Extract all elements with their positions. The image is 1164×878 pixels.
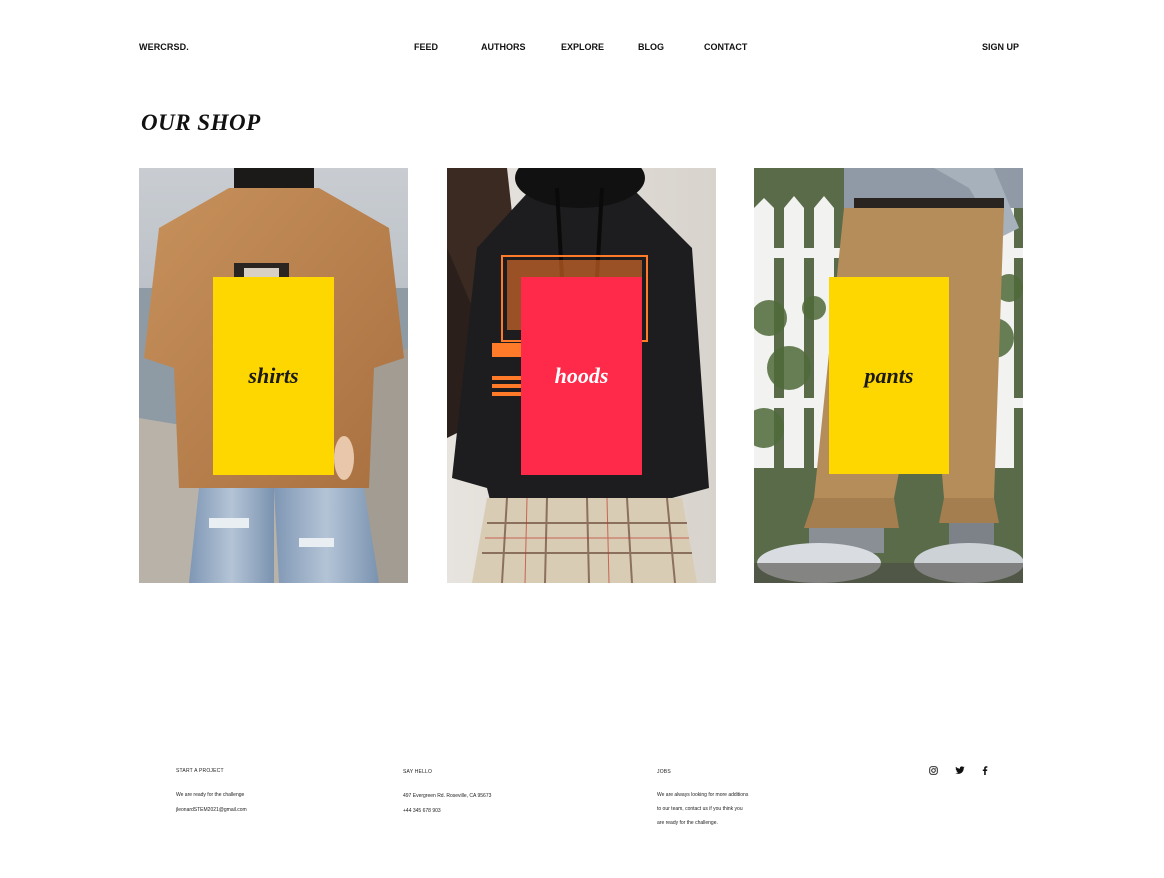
footer-project-text: We are ready for the challenge: [176, 792, 245, 798]
category-tag-hoods[interactable]: hoods: [521, 277, 642, 475]
footer-jobs-text-2: to our team, contact us if you think you: [657, 806, 743, 812]
sign-up-link[interactable]: SIGN UP: [982, 42, 1019, 52]
category-card-shirts[interactable]: shirts: [139, 168, 408, 583]
facebook-icon[interactable]: [979, 764, 991, 776]
footer-heading-start-project: START A PROJECT: [176, 768, 224, 774]
nav-item-feed[interactable]: FEED: [414, 42, 438, 52]
footer-heading-say-hello: SAY HELLO: [403, 769, 433, 775]
footer-jobs-text-1: We are always looking for more additions: [657, 792, 749, 798]
nav-item-blog[interactable]: BLOG: [638, 42, 664, 52]
nav-item-explore[interactable]: EXPLORE: [561, 42, 604, 52]
footer-address: 497 Evergreen Rd. Roseville, CA 95673: [403, 793, 492, 799]
page-title: OUR SHOP: [141, 110, 261, 135]
category-card-pants[interactable]: pants: [754, 168, 1023, 583]
twitter-icon[interactable]: [954, 764, 966, 776]
nav-item-authors[interactable]: AUTHORS: [481, 42, 526, 52]
category-tag-shirts[interactable]: shirts: [213, 277, 334, 475]
category-card-hoods[interactable]: hoods: [447, 168, 716, 583]
footer-email-link[interactable]: jleonardSTEM2021@gmail.com: [176, 807, 247, 813]
brand-logo[interactable]: WERCRSD.: [139, 42, 189, 52]
nav-item-contact[interactable]: CONTACT: [704, 42, 747, 52]
category-tag-pants[interactable]: pants: [829, 277, 949, 474]
footer-phone[interactable]: +44 345 678 903: [403, 808, 441, 814]
footer-heading-jobs: JOBS: [657, 769, 671, 775]
footer-jobs-text-3: are ready for the challenge.: [657, 820, 718, 826]
instagram-icon[interactable]: [927, 764, 939, 776]
